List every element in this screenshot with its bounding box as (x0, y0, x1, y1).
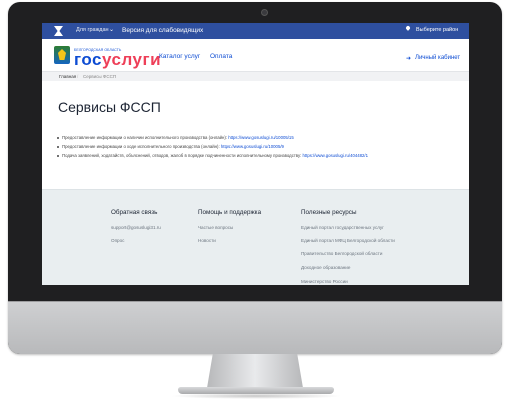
footer-link-resource[interactable]: Правительство Белгородской области (301, 251, 382, 256)
service-item: Подача заявлений, ходатайств, объяснений… (57, 153, 368, 158)
breadcrumb-separator: / (77, 74, 79, 79)
monitor-chin (8, 301, 502, 354)
citizens-menu[interactable]: Для граждан (76, 27, 109, 33)
footer-link-email[interactable]: support@gosuslugi31.ru (111, 225, 161, 230)
breadcrumb-home[interactable]: Главная (59, 74, 76, 79)
breadcrumb-current: Сервисы ФССП (83, 74, 117, 79)
coat-of-arms-icon[interactable] (54, 26, 63, 36)
location-pin-icon (405, 25, 411, 31)
service-link[interactable]: https://www.gosuslugi.ru/10005/15 (228, 135, 293, 140)
chevron-down-icon[interactable]: ⌄ (109, 26, 114, 33)
footer-heading-resources: Полезные ресурсы (301, 209, 357, 216)
region-select[interactable]: Выберите район (416, 27, 458, 33)
service-description: Предоставление информации о наличии испо… (62, 135, 228, 140)
page-title: Сервисы ФССП (58, 99, 161, 115)
footer-heading-help: Помощь и поддержка (198, 209, 262, 216)
nav-catalog-link[interactable]: Каталог услуг (159, 53, 200, 60)
footer-link-resource[interactable]: Единый портал МФЦ Белгородской области (301, 238, 395, 243)
service-link[interactable]: https://www.gosuslugi.ru/10005/9 (221, 144, 284, 149)
footer-link-faq[interactable]: Частые вопросы (198, 225, 233, 230)
service-description: Предоставление информации о ходе исполни… (62, 144, 220, 149)
footer-link-resource[interactable]: Министерство России (301, 279, 348, 284)
footer-link-survey[interactable]: Опрос (111, 238, 124, 243)
monitor-stand (207, 354, 303, 388)
accessibility-version-link[interactable]: Версия для слабовидящих (122, 27, 203, 34)
logo-part-gos: гос (74, 50, 102, 69)
footer-heading-feedback: Обратная связь (111, 209, 158, 216)
site-header: БЕЛГОРОДСКАЯ ОБЛАСТЬ госуслуги Каталог у… (42, 39, 469, 71)
service-link[interactable]: https://www.gosuslugi.ru/404482/1 (303, 153, 368, 158)
gosuslugi-logo[interactable]: госуслуги (74, 50, 161, 70)
monitor-base (178, 387, 334, 394)
chin-divider (8, 301, 502, 302)
footer-link-news[interactable]: Новости (198, 238, 216, 243)
service-item: Предоставление информации о наличии испо… (57, 135, 294, 140)
service-item: Предоставление информации о ходе исполни… (57, 144, 284, 149)
login-arrow-icon[interactable]: ➜ (406, 55, 411, 62)
service-description: Подача заявлений, ходатайств, объяснений… (62, 153, 302, 158)
site-footer: Обратная связь support@gosuslugi31.ru Оп… (42, 189, 469, 285)
footer-link-resource[interactable]: Доходное образование (301, 265, 350, 270)
region-emblem-icon[interactable] (54, 46, 70, 64)
top-bar: Для граждан ⌄ Версия для слабовидящих Вы… (42, 23, 469, 39)
main-content: Сервисы ФССП Предоставление информации о… (42, 81, 469, 189)
footer-link-resource[interactable]: Единый портал государственных услуг (301, 225, 384, 230)
nav-payment-link[interactable]: Оплата (210, 53, 232, 60)
personal-cabinet-link[interactable]: Личный кабинет (415, 55, 460, 61)
logo-part-uslugi: услуги (101, 50, 162, 69)
screen: Для граждан ⌄ Версия для слабовидящих Вы… (42, 23, 469, 285)
webcam-icon (261, 9, 268, 16)
